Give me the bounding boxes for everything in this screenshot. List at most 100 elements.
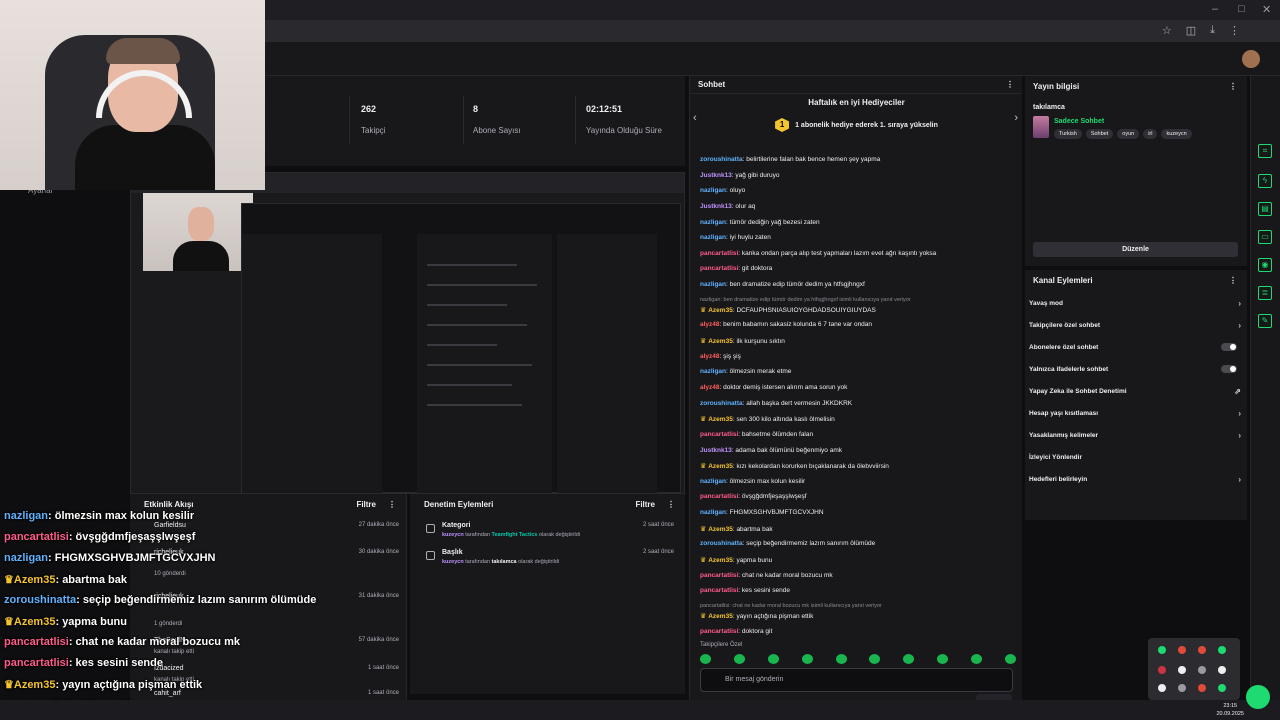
channel-action-row[interactable]: Yasaklanmış kelimeler › [1029, 431, 1241, 440]
chat-message[interactable]: zoroushinatta: belirtilerine falan bak b… [700, 156, 1020, 172]
chat-message[interactable]: ♛ Azem35: DCFAUPHSNIASUIOYGHDADSOUIYGIUY… [700, 306, 1020, 322]
toggle-switch[interactable] [1221, 343, 1237, 351]
chat-username[interactable]: Azem35 [708, 557, 733, 564]
chat-username[interactable]: zoroushinatta [700, 540, 743, 547]
chat-message[interactable]: ♛ Azem35: yapma bunu [700, 556, 1020, 572]
lightning-icon[interactable]: ϟ [1258, 174, 1272, 188]
channel-action-row[interactable]: İzleyici Yönlendir [1029, 454, 1241, 461]
document-icon[interactable]: ▤ [1258, 202, 1272, 216]
chat-message[interactable]: pancartatlisi: kes sesini sende [700, 587, 1020, 603]
chat-message[interactable]: alyz48: şiş şiş [700, 353, 1020, 369]
chat-message[interactable]: nazligan: ben dramatize edip tümör dedim… [700, 281, 1020, 297]
emote-icon[interactable] [700, 654, 711, 664]
chat-fab-button[interactable] [1246, 685, 1270, 709]
chevron-right-icon[interactable]: › [1238, 299, 1241, 308]
chat-username[interactable]: Azem35 [708, 307, 733, 314]
chat-message[interactable]: alyz48: doktor demiş istersen alırım ama… [700, 384, 1020, 400]
emote-icon[interactable] [835, 654, 847, 664]
chat-icon[interactable]: ▭ [1258, 230, 1272, 244]
channel-action-row[interactable]: Takipçilere özel sohbet › [1029, 321, 1241, 330]
channel-action-row[interactable]: Yavaş mod › [1029, 299, 1241, 308]
chat-message[interactable]: nazligan: oluyo [700, 187, 1020, 203]
emote-icon[interactable] [767, 654, 779, 664]
chat-username[interactable]: Azem35 [708, 613, 733, 620]
external-link-icon[interactable]: ⇗ [1234, 387, 1241, 396]
chat-username[interactable]: Justknk13 [700, 203, 732, 210]
chat-message[interactable]: alyz48: benim babamın sakasiz kolunda 6 … [700, 321, 1020, 337]
chat-message[interactable]: nazligan: FHGMXSGHVBJMFTGCVXJHN [700, 509, 1020, 525]
chat-message[interactable]: nazligan: ölmezsin merak etme [700, 368, 1020, 384]
emote-icon[interactable] [903, 654, 915, 664]
chat-username[interactable]: nazligan [700, 219, 726, 226]
chat-message[interactable]: zoroushinatta: allah başka dert vermesin… [700, 400, 1020, 416]
chat-username[interactable]: pancartatlisi [700, 587, 738, 594]
chat-message[interactable]: pancartatlisi: övşgğdmfjeşaşşlwşeşf [700, 493, 1020, 509]
tag[interactable]: Turkish [1054, 129, 1082, 139]
chat-message[interactable]: ♛ Azem35: abartma bak [700, 525, 1020, 541]
broadcast-icon[interactable]: ◉ [1258, 258, 1272, 272]
chat-message[interactable]: zoroushinatta: seçip beğendirmemiz lazım… [700, 540, 1020, 556]
chat-username[interactable]: pancartatlisi [700, 265, 738, 272]
minimize-icon[interactable]: – [1212, 3, 1218, 15]
chat-message[interactable]: pancartatlisi: chat ne kadar moral bozuc… [700, 572, 1020, 588]
stream-category[interactable]: Sadece Sohbet [1054, 118, 1104, 125]
moderation-filter-button[interactable]: Filtre [635, 500, 655, 509]
chat-message[interactable]: ♛ Azem35: sen 300 kilo altında kaslı ölm… [700, 415, 1020, 431]
more-icon[interactable]: ⋮ [388, 500, 396, 509]
emote-icon[interactable] [971, 654, 982, 664]
chat-message[interactable]: pancartatlisi: bahsetme ölümden falan [700, 431, 1020, 447]
edit-button[interactable]: Düzenle [1033, 242, 1238, 257]
more-icon[interactable]: ⋮ [1006, 80, 1014, 89]
chat-username[interactable]: nazligan [700, 509, 726, 516]
chat-username[interactable]: alyz48 [700, 321, 720, 328]
chat-username[interactable]: alyz48 [700, 384, 720, 391]
channel-action-row[interactable]: Yapay Zeka ile Sohbet Denetimi ⇗ [1029, 387, 1241, 396]
chat-username[interactable]: Azem35 [708, 416, 733, 423]
chat-username[interactable]: nazligan [700, 187, 726, 194]
menu-icon[interactable]: ⋮ [1229, 24, 1240, 37]
chat-username[interactable]: alyz48 [700, 353, 720, 360]
chat-username[interactable]: pancartatlisi [700, 572, 738, 579]
chat-reply-context[interactable]: pancartatlisi: chat ne kadar moral bozuc… [700, 603, 1020, 612]
extensions-icon[interactable]: ◫ [1186, 24, 1196, 37]
close-icon[interactable]: ✕ [1262, 3, 1271, 16]
tag[interactable]: Sohbet [1085, 129, 1114, 139]
chevron-right-icon[interactable]: › [1238, 475, 1241, 484]
emote-icon[interactable] [801, 654, 813, 664]
channel-action-row[interactable]: Abonelere özel sohbet [1029, 343, 1241, 351]
chat-username[interactable]: nazligan [700, 234, 726, 241]
more-icon[interactable]: ⋮ [667, 500, 675, 509]
chat-message[interactable]: pancartatlisi: doktora git [700, 628, 1020, 644]
chat-reply-context[interactable]: nazligan: ben dramatize edip tümör dedim… [700, 297, 1020, 306]
chat-username[interactable]: Azem35 [708, 338, 733, 345]
download-icon[interactable]: ⤓ [1210, 24, 1215, 37]
more-icon[interactable]: ⋮ [1229, 82, 1237, 91]
chat-message[interactable]: pancartatlisi: kanka ondan parça alıp te… [700, 250, 1020, 266]
chat-message[interactable]: Justknk13: adama bak ölümünü beğenmiyo a… [700, 447, 1020, 463]
chat-message[interactable]: nazligan: tümör dediğin yağ bezesi zaten [700, 219, 1020, 235]
chat-message[interactable]: Justknk13: yağ gibi duruyo [700, 172, 1020, 188]
user-avatar[interactable] [1242, 50, 1260, 68]
chat-message[interactable]: nazligan: ölmezsin max kolun kesilir [700, 478, 1020, 494]
more-icon[interactable]: ⋮ [1229, 276, 1237, 285]
chevron-right-icon[interactable]: › [1238, 409, 1241, 418]
chat-username[interactable]: Justknk13 [700, 447, 732, 454]
chat-username[interactable]: Justknk13 [700, 172, 732, 179]
layers-icon[interactable]: ≣ [1258, 286, 1272, 300]
tag[interactable]: irl [1143, 129, 1158, 139]
chat-username[interactable]: nazligan [700, 478, 726, 485]
chat-username[interactable]: nazligan [700, 368, 726, 375]
star-icon[interactable]: ☆ [1162, 24, 1172, 37]
chat-message[interactable]: Justknk13: olur aq [700, 203, 1020, 219]
emote-icon[interactable] [869, 654, 881, 664]
chat-username[interactable]: pancartatlisi [700, 431, 738, 438]
maximize-icon[interactable]: □ [1238, 3, 1245, 15]
chat-message[interactable]: pancartatlisi: git doktora [700, 265, 1020, 281]
emote-icon[interactable] [1004, 654, 1016, 664]
chat-username[interactable]: pancartatlisi [700, 493, 738, 500]
chat-username[interactable]: nazligan [700, 281, 726, 288]
chat-message[interactable]: ♛ Azem35: kızı kekolardan korurken bıçak… [700, 462, 1020, 478]
toggle-switch[interactable] [1221, 365, 1237, 373]
chevron-right-icon[interactable]: › [1238, 321, 1241, 330]
emote-icon[interactable] [733, 654, 745, 664]
